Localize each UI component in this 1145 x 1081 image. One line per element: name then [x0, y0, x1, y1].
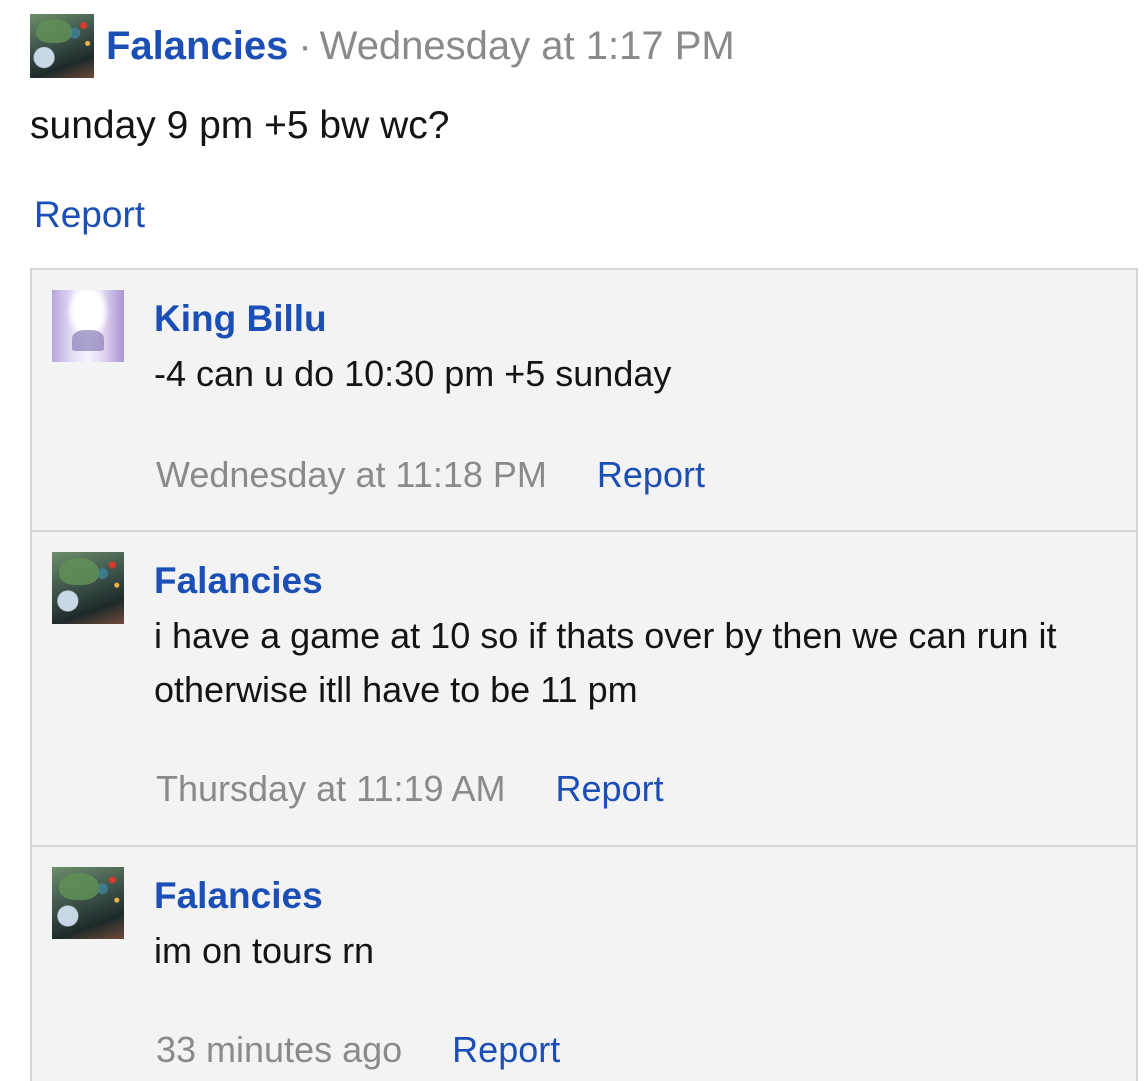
avatar[interactable]	[52, 867, 124, 939]
comment-timestamp: 33 minutes ago	[156, 1029, 403, 1070]
comment-timestamp: Wednesday at 11:18 PM	[156, 454, 547, 495]
comment-meta: 33 minutes ago Report	[156, 1029, 560, 1071]
comment-meta: Thursday at 11:19 AM Report	[156, 768, 664, 810]
comment-meta: Wednesday at 11:18 PM Report	[156, 454, 705, 496]
post-body: sunday 9 pm +5 bw wc?	[30, 104, 450, 147]
comment-text: -4 can u do 10:30 pm +5 sunday	[154, 353, 672, 394]
comment-text: im on tours rn	[154, 930, 375, 971]
post-header: Falancies · Wednesday at 1:17 PM	[30, 14, 735, 78]
post-author-link[interactable]: Falancies	[106, 24, 288, 69]
comment-item: Falancies i have a game at 10 so if that…	[32, 530, 1136, 846]
avatar[interactable]	[30, 14, 94, 78]
comment-author-link[interactable]: Falancies	[154, 560, 323, 602]
avatar[interactable]	[52, 552, 124, 624]
avatar[interactable]	[52, 290, 124, 362]
comment-item: King Billu -4 can u do 10:30 pm +5 sunda…	[32, 270, 1136, 532]
comment-timestamp: Thursday at 11:19 AM	[156, 768, 506, 809]
report-link[interactable]: Report	[556, 768, 664, 809]
separator-dot: ·	[298, 23, 312, 68]
comment-text: i have a game at 10 so if thats over by …	[154, 615, 1057, 710]
report-link[interactable]: Report	[34, 194, 145, 236]
comment-list: King Billu -4 can u do 10:30 pm +5 sunda…	[30, 268, 1138, 1081]
comment-author-link[interactable]: Falancies	[154, 875, 323, 917]
comment-item: Falancies im on tours rn 33 minutes ago R…	[32, 845, 1136, 1081]
thread-page: Falancies · Wednesday at 1:17 PM sunday …	[0, 0, 1145, 1081]
report-link[interactable]: Report	[452, 1029, 560, 1070]
comment-author-link[interactable]: King Billu	[154, 298, 327, 340]
report-link[interactable]: Report	[597, 454, 705, 495]
post-timestamp: Wednesday at 1:17 PM	[319, 23, 735, 68]
